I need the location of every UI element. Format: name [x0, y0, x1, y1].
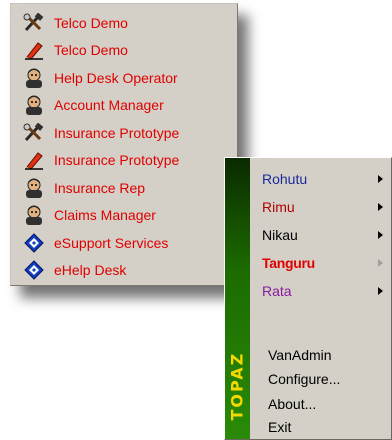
- menu-item-label: Help Desk Operator: [54, 70, 178, 86]
- person-icon: [23, 205, 45, 225]
- menu-item-telco-demo-edit[interactable]: Telco Demo: [23, 38, 235, 62]
- menu-item-label: eHelp Desk: [54, 262, 127, 278]
- brand-bar: TOPAZ: [225, 158, 250, 439]
- submenu-arrow-icon: [378, 287, 383, 295]
- blue-diamond-icon: [23, 233, 45, 253]
- menu-item-label: Telco Demo: [54, 42, 128, 58]
- menu-item-account-manager[interactable]: Account Manager: [23, 93, 235, 117]
- person-icon: [23, 178, 45, 198]
- submenu-rata[interactable]: Rata: [262, 278, 387, 304]
- vanadmin-command[interactable]: VanAdmin: [268, 343, 332, 367]
- hammer-wrench-icon: [23, 13, 45, 33]
- submenu-arrow-icon: [378, 203, 383, 211]
- submenu-tanguru[interactable]: Tanguru: [262, 250, 387, 276]
- menu-item-insurance-prototype-edit[interactable]: Insurance Prototype: [23, 148, 235, 172]
- configure-command[interactable]: Configure...: [268, 367, 340, 391]
- menu-item-insurance-rep[interactable]: Insurance Rep: [23, 176, 235, 200]
- submenu-rohutu[interactable]: Rohutu: [262, 166, 387, 192]
- menu-item-label: Insurance Prototype: [54, 125, 180, 141]
- menu-item-label: eSupport Services: [54, 235, 169, 251]
- submenu-label: Rimu: [262, 199, 295, 215]
- application-popup-menu: Telco Demo Telco Demo Help Desk Operator…: [10, 3, 238, 286]
- pencil-icon: [23, 40, 45, 60]
- person-icon: [23, 95, 45, 115]
- menu-item-telco-demo-tools[interactable]: Telco Demo: [23, 11, 235, 35]
- menu-item-label: Telco Demo: [54, 15, 128, 31]
- submenu-label: Rata: [262, 283, 292, 299]
- menu-item-claims-manager[interactable]: Claims Manager: [23, 203, 235, 227]
- menu-item-label: Account Manager: [54, 97, 164, 113]
- person-icon: [23, 68, 45, 88]
- exit-command[interactable]: Exit: [268, 415, 291, 439]
- about-command[interactable]: About...: [268, 392, 316, 416]
- submenu-arrow-icon: [378, 175, 383, 183]
- pencil-icon: [23, 150, 45, 170]
- menu-item-help-desk-operator[interactable]: Help Desk Operator: [23, 66, 235, 90]
- submenu-label: Tanguru: [262, 255, 315, 271]
- brand-logo-text: TOPAZ: [227, 351, 247, 421]
- submenu-arrow-icon: [378, 231, 383, 239]
- submenu-label: Nikau: [262, 227, 298, 243]
- menu-item-ehelp-desk[interactable]: eHelp Desk: [23, 258, 235, 282]
- submenu-nikau[interactable]: Nikau: [262, 222, 387, 248]
- menu-item-esupport-services[interactable]: eSupport Services: [23, 231, 235, 255]
- submenu-rimu[interactable]: Rimu: [262, 194, 387, 220]
- menu-item-label: Claims Manager: [54, 207, 156, 223]
- blue-diamond-icon: [23, 260, 45, 280]
- menu-item-label: Insurance Prototype: [54, 152, 180, 168]
- menu-item-insurance-prototype-tools[interactable]: Insurance Prototype: [23, 121, 235, 145]
- menu-item-label: Insurance Rep: [54, 180, 146, 196]
- submenu-label: Rohutu: [262, 171, 308, 187]
- hammer-wrench-icon: [23, 123, 45, 143]
- topaz-start-menu: TOPAZ Rohutu Rimu Nikau Tanguru Rata Van…: [224, 157, 392, 440]
- submenu-arrow-icon: [378, 259, 383, 267]
